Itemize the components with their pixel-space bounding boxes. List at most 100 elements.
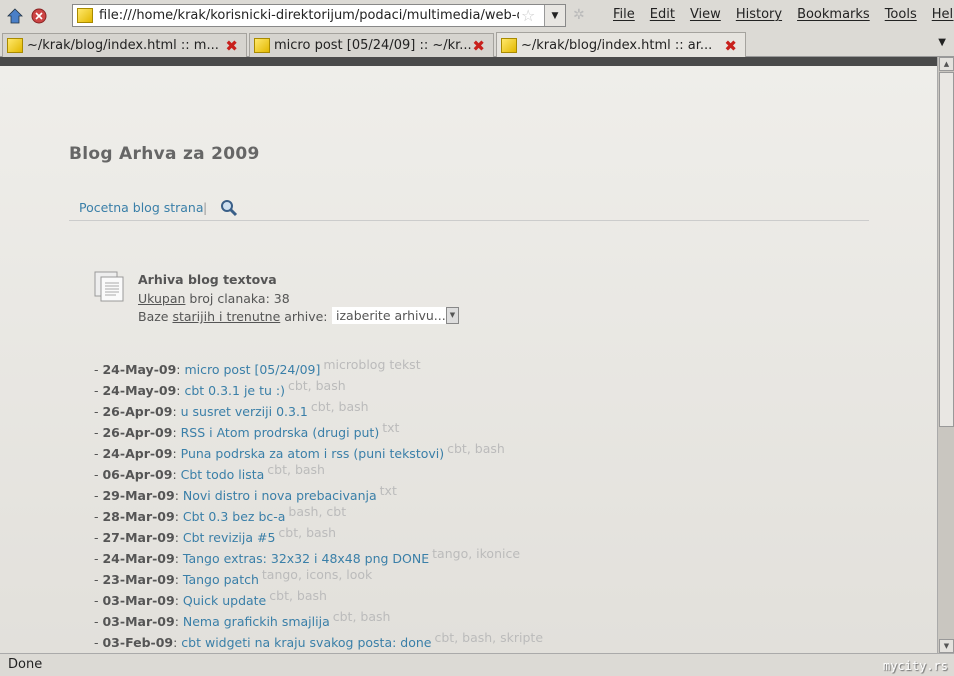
post-date: 24-Mar-09 xyxy=(102,551,175,566)
post-item: - 03-Feb-09: cbt widgeti na kraju svakog… xyxy=(94,630,544,650)
post-tags: cbt, bash xyxy=(278,525,337,540)
tab-list-dropdown-icon[interactable]: ▼ xyxy=(938,37,946,48)
post-link[interactable]: RSS i Atom prodrska (drugi put) xyxy=(181,425,380,440)
post-date: 24-May-09 xyxy=(102,383,177,398)
search-icon[interactable] xyxy=(220,199,238,220)
throbber-icon: ✲ xyxy=(573,7,585,23)
menu-history[interactable]: History xyxy=(736,7,782,22)
stop-icon[interactable] xyxy=(30,7,48,25)
close-tab-icon[interactable]: ✖ xyxy=(724,37,737,55)
menu-bookmarks[interactable]: Bookmarks xyxy=(797,7,870,22)
vertical-scrollbar[interactable]: ▲ ▼ xyxy=(937,57,954,653)
post-tags: cbt, bash xyxy=(332,609,391,624)
home-icon[interactable] xyxy=(6,7,24,25)
post-link[interactable]: Novi distro i nova prebacivanja xyxy=(183,488,377,503)
post-tags: bash, cbt xyxy=(288,504,347,519)
close-tab-icon[interactable]: ✖ xyxy=(472,37,485,55)
post-link[interactable]: Cbt todo lista xyxy=(181,467,265,482)
page-header-bar xyxy=(0,57,937,66)
menu-edit[interactable]: Edit xyxy=(650,7,675,22)
post-tags: tango, ikonice xyxy=(432,546,521,561)
menu-tools[interactable]: Tools xyxy=(885,7,917,22)
blog-nav: Pocetna blog strana | xyxy=(69,199,869,221)
post-date: 28-Mar-09 xyxy=(102,509,175,524)
post-item: - 26-Apr-09: u susret verziji 0.3.1 cbt, … xyxy=(94,399,369,419)
post-list: - 24-May-09: micro post [05/24/09] microb… xyxy=(94,357,544,653)
post-tags: txt xyxy=(382,420,400,435)
post-tags: cbt, bash xyxy=(310,399,369,414)
tab-favicon-icon xyxy=(501,38,517,53)
tab-label: micro post [05/24/09] :: ~/kr... xyxy=(274,38,472,53)
menu-help[interactable]: Help xyxy=(932,7,954,22)
url-input[interactable]: file:///home/krak/korisnicki-direktoriju… xyxy=(99,8,519,23)
documents-icon xyxy=(94,271,126,307)
scroll-down-button[interactable]: ▼ xyxy=(939,639,954,653)
nav-separator: | xyxy=(203,200,208,215)
scrollbar-thumb[interactable] xyxy=(939,72,954,427)
page-content: Blog Arhva za 2009 Pocetna blog strana |… xyxy=(0,66,937,653)
bookmark-star-icon[interactable]: ☆ xyxy=(521,6,535,25)
post-item: - 06-Apr-09: Cbt todo lista cbt, bash xyxy=(94,462,325,482)
tab-favicon-icon xyxy=(254,38,270,53)
menu-file[interactable]: File xyxy=(613,7,635,22)
watermark: mycity.rs xyxy=(882,659,948,673)
post-link[interactable]: Puna podrska za atom i rss (puni tekstov… xyxy=(181,446,445,461)
scroll-up-button[interactable]: ▲ xyxy=(939,57,954,71)
menu-view[interactable]: View xyxy=(690,7,721,22)
tab-2[interactable]: micro post [05/24/09] :: ~/kr... ✖ xyxy=(249,33,494,57)
post-tags: cbt, bash, skripte xyxy=(434,630,544,645)
post-tags: cbt, bash xyxy=(287,378,346,393)
post-date: 24-Apr-09 xyxy=(102,446,173,461)
post-tags: cbt, bash xyxy=(269,588,327,603)
close-tab-icon[interactable]: ✖ xyxy=(225,37,238,55)
archive-select-value: izaberite arhivu... xyxy=(336,308,446,323)
navigation-toolbar: file:///home/krak/korisnicki-direktoriju… xyxy=(0,0,954,32)
archive-select[interactable]: izaberite arhivu... ▼ xyxy=(332,307,459,324)
chevron-down-icon[interactable]: ▼ xyxy=(446,307,459,324)
post-date: 26-Apr-09 xyxy=(102,404,173,419)
base-underlined: starijih i trenutne xyxy=(172,309,281,324)
post-link[interactable]: micro post [05/24/09] xyxy=(184,362,320,377)
post-date: 29-Mar-09 xyxy=(102,488,175,503)
count-label: Ukupan xyxy=(138,291,186,306)
post-date: 03-Feb-09 xyxy=(102,635,174,650)
base-text: Baze xyxy=(138,309,173,324)
post-link[interactable]: Tango extras: 32x32 i 48x48 png DONE xyxy=(183,551,429,566)
post-date: 06-Apr-09 xyxy=(102,467,173,482)
post-date: 23-Mar-09 xyxy=(102,572,175,587)
post-tags: microblog tekst xyxy=(323,357,421,372)
post-tags: cbt, bash xyxy=(447,441,505,456)
archive-count: Ukupan broj clanaka: 38 xyxy=(138,291,290,306)
page-title: Blog Arhva za 2009 xyxy=(69,144,260,164)
post-date: 26-Apr-09 xyxy=(102,425,173,440)
archive-base-label: Baze starijih i trenutne arhive: xyxy=(138,309,328,324)
post-link[interactable]: Cbt revizija #5 xyxy=(183,530,276,545)
archive-title: Arhiva blog textova xyxy=(138,272,277,287)
url-history-dropdown[interactable]: ▼ xyxy=(544,5,565,26)
url-bar[interactable]: file:///home/krak/korisnicki-direktoriju… xyxy=(72,4,566,27)
tab-label: ~/krak/blog/index.html :: m... xyxy=(27,38,219,53)
post-item: - 03-Mar-09: Quick update cbt, bash xyxy=(94,588,327,608)
post-date: 24-May-09 xyxy=(102,362,177,377)
post-link[interactable]: Nema grafickih smajlija xyxy=(183,614,330,629)
post-tags: txt xyxy=(379,483,397,498)
post-tags: tango, icons, look xyxy=(261,567,373,582)
base-text-end: arhive: xyxy=(280,309,328,324)
post-link[interactable]: Tango patch xyxy=(183,572,259,587)
tab-favicon-icon xyxy=(7,38,23,53)
status-bar: Done mycity.rs xyxy=(0,653,954,676)
tab-label: ~/krak/blog/index.html :: ar... xyxy=(521,38,713,53)
page-favicon-icon xyxy=(77,8,93,23)
menu-bar: File Edit View History Bookmarks Tools H… xyxy=(613,7,954,22)
post-date: 03-Mar-09 xyxy=(102,614,175,629)
count-value: broj clanaka: 38 xyxy=(185,291,290,306)
post-link[interactable]: Cbt 0.3 bez bc-a xyxy=(183,509,286,524)
post-link[interactable]: u susret verziji 0.3.1 xyxy=(181,404,308,419)
post-link[interactable]: cbt 0.3.1 je tu :) xyxy=(184,383,284,398)
post-link[interactable]: cbt widgeti na kraju svakog posta: done xyxy=(181,635,431,650)
home-link[interactable]: Pocetna blog strana xyxy=(79,200,204,215)
tab-1[interactable]: ~/krak/blog/index.html :: m... ✖ xyxy=(2,33,247,57)
post-link[interactable]: Quick update xyxy=(183,593,266,608)
post-date: 03-Mar-09 xyxy=(102,593,175,608)
tab-3-active[interactable]: ~/krak/blog/index.html :: ar... ✖ xyxy=(496,32,746,58)
